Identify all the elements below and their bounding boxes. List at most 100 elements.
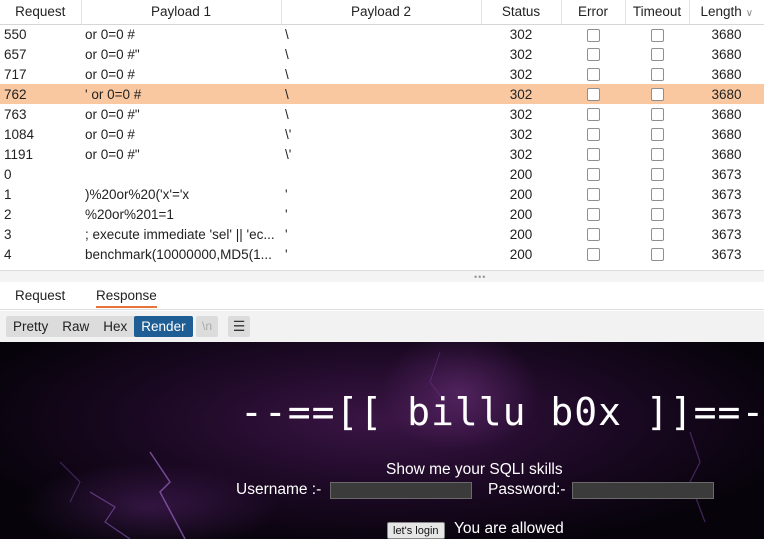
render-button[interactable]: Render [134, 316, 193, 337]
request-cell: 550 [4, 26, 27, 42]
timeout-checkbox[interactable] [650, 128, 664, 142]
password-input[interactable] [572, 482, 714, 499]
timeout-checkbox[interactable] [650, 108, 664, 122]
username-label: Username :- [236, 481, 322, 498]
length-cell: 3680 [711, 26, 742, 42]
timeout-checkbox-cell [625, 24, 689, 44]
table-row[interactable]: 4 benchmark(10000000,MD5(1... ' 200 3673 [0, 244, 764, 264]
column-header-error[interactable]: Error [561, 0, 626, 25]
error-checkbox[interactable] [586, 208, 600, 222]
length-cell: 3673 [711, 226, 742, 242]
timeout-checkbox[interactable] [650, 68, 664, 82]
timeout-checkbox[interactable] [650, 148, 664, 162]
status-cell: 200 [509, 246, 533, 262]
table-row[interactable]: 1191 or 0=0 #" \' 302 3680 [0, 144, 764, 164]
error-checkbox-cell [561, 24, 625, 44]
hex-button[interactable]: Hex [96, 316, 134, 337]
table-row[interactable]: 1)%20or%20('x'='x ' 200 3673 [0, 184, 764, 204]
timeout-checkbox[interactable] [650, 228, 664, 242]
payload1-cell: benchmark(10000000,MD5(1... [85, 246, 272, 262]
error-checkbox[interactable] [586, 188, 600, 202]
timeout-checkbox-cell [625, 164, 689, 184]
timeout-checkbox[interactable] [650, 248, 664, 262]
newline-toggle-icon[interactable]: \n [196, 316, 218, 337]
payload1-cell: ' or 0=0 # [81, 84, 281, 104]
table-header-row: Request Payload 1 Payload 2 Status Error… [0, 0, 764, 25]
pane-splitter[interactable]: ••• [0, 270, 764, 282]
request-cell: 4 [4, 246, 12, 262]
raw-button[interactable]: Raw [55, 316, 96, 337]
status-cell: 200 [509, 226, 533, 242]
error-checkbox-cell [561, 44, 625, 64]
error-checkbox[interactable] [586, 48, 600, 62]
table-row[interactable]: 762 ' or 0=0 # \ 302 3680 [0, 84, 764, 104]
error-checkbox[interactable] [586, 108, 600, 122]
timeout-checkbox[interactable] [650, 188, 664, 202]
error-checkbox[interactable] [586, 28, 600, 42]
request-cell: 717 [4, 66, 27, 82]
table-row[interactable]: 1084 or 0=0 # \' 302 3680 [0, 124, 764, 144]
column-header-request[interactable]: Request [0, 0, 82, 25]
timeout-checkbox-cell [625, 44, 689, 64]
status-cell: 302 [509, 146, 533, 162]
payload2-cell: ' [285, 226, 288, 242]
timeout-checkbox-cell [625, 84, 689, 104]
username-input[interactable] [330, 482, 472, 499]
error-checkbox[interactable] [586, 248, 600, 262]
error-checkbox-cell [561, 104, 625, 124]
payload2-cell: ' [285, 206, 288, 222]
length-cell: 3673 [711, 186, 742, 202]
timeout-checkbox[interactable] [650, 88, 664, 102]
column-header-timeout[interactable]: Timeout [625, 0, 690, 25]
error-checkbox[interactable] [586, 88, 600, 102]
status-cell: 200 [509, 166, 533, 182]
timeout-checkbox-cell [625, 124, 689, 144]
intruder-results-table: Request Payload 1 Payload 2 Status Error… [0, 0, 764, 270]
error-checkbox[interactable] [586, 68, 600, 82]
column-header-payload2[interactable]: Payload 2 [281, 0, 482, 25]
payload2-cell: \ [281, 84, 481, 104]
tab-request[interactable]: Request [15, 288, 65, 303]
length-cell: 3673 [711, 246, 742, 262]
timeout-checkbox[interactable] [650, 28, 664, 42]
timeout-checkbox[interactable] [650, 208, 664, 222]
table-row[interactable]: 763 or 0=0 #" \ 302 3680 [0, 104, 764, 124]
request-cell: 0 [4, 166, 12, 182]
column-header-length[interactable]: Length ∨ [689, 0, 764, 25]
sort-descending-icon[interactable]: ∨ [746, 8, 753, 19]
error-checkbox[interactable] [586, 228, 600, 242]
request-cell: 1084 [4, 126, 35, 142]
tab-response[interactable]: Response [96, 288, 157, 308]
column-header-payload1[interactable]: Payload 1 [81, 0, 282, 25]
timeout-checkbox-cell [625, 104, 689, 124]
table-row[interactable]: 3 ; execute immediate 'sel' || 'ec... ' 200… [0, 224, 764, 244]
timeout-checkbox[interactable] [650, 48, 664, 62]
payload2-cell [281, 164, 481, 184]
table-row[interactable]: 2 %20or%201=1 ' 200 3673 [0, 204, 764, 224]
table-row[interactable]: 550 or 0=0 # \ 302 3680 [0, 24, 764, 44]
status-cell: 302 [509, 106, 533, 122]
column-header-status[interactable]: Status [481, 0, 562, 25]
splitter-grip-icon[interactable]: ••• [474, 272, 486, 282]
payload1-cell: or 0=0 # [85, 26, 135, 42]
request-cell: 1191 [4, 146, 34, 162]
error-checkbox[interactable] [586, 148, 600, 162]
error-checkbox-cell [561, 204, 625, 224]
timeout-checkbox[interactable] [650, 168, 664, 182]
error-checkbox-cell [561, 244, 625, 264]
login-button[interactable]: let's login [387, 522, 445, 539]
payload1-cell: )%20or%20('x'='x [85, 186, 190, 202]
payload1-cell: ; execute immediate 'sel' || 'ec... [85, 226, 275, 242]
request-cell: 1 [4, 186, 12, 202]
error-checkbox[interactable] [586, 168, 600, 182]
request-cell: 3 [4, 226, 12, 242]
table-row[interactable]: 657 or 0=0 #" \ 302 3680 [0, 44, 764, 64]
payload2-cell: ' [285, 186, 288, 202]
view-mode-selector: Pretty Raw Hex Render [6, 316, 193, 337]
pretty-button[interactable]: Pretty [6, 316, 55, 337]
table-row[interactable]: 0 200 3673 [0, 164, 764, 184]
table-row[interactable]: 717 or 0=0 # \ 302 3680 [0, 64, 764, 84]
length-cell: 3680 [711, 106, 742, 122]
menu-icon[interactable]: ☰ [228, 316, 250, 337]
error-checkbox[interactable] [586, 128, 600, 142]
